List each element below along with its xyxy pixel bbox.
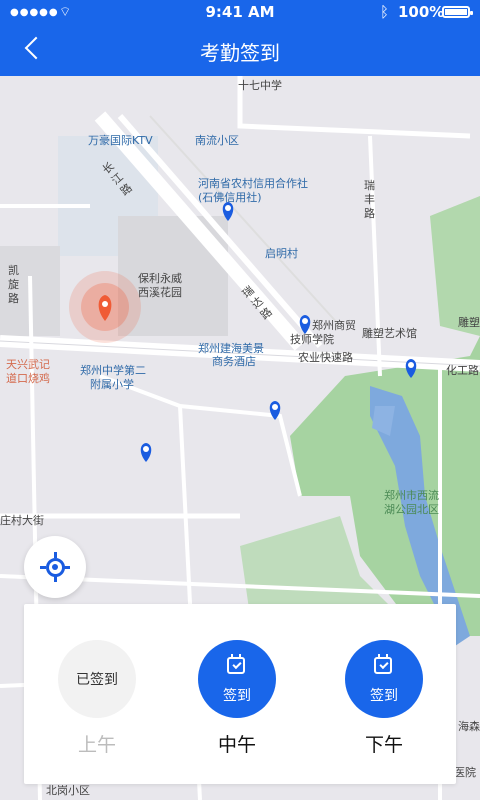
map-label: 庄村大街 bbox=[0, 514, 44, 527]
map-label: 商务酒店 bbox=[212, 355, 256, 368]
locate-button[interactable] bbox=[24, 536, 86, 598]
map-label: 郑州中学第二 bbox=[80, 364, 146, 377]
map-label: 启明村 bbox=[265, 247, 298, 260]
checkin-slot-morning: 已签到 上午 bbox=[58, 640, 136, 757]
calendar-check-icon bbox=[227, 654, 245, 674]
map-label: (石佛信用社) bbox=[198, 191, 262, 204]
period-label: 中午 bbox=[217, 734, 256, 756]
battery-percent: 100% bbox=[398, 3, 445, 21]
signed-in-button[interactable]: 已签到 bbox=[58, 640, 136, 718]
map-label: 北岗小区 bbox=[46, 784, 90, 797]
map-label: 郑州市西流 bbox=[384, 489, 439, 502]
map-label: 化工路 bbox=[446, 364, 479, 377]
checkin-slot-noon: 签到 中午 bbox=[198, 640, 276, 757]
map-label: 西溪花园 bbox=[138, 286, 182, 299]
map-label: 南流小区 bbox=[195, 134, 239, 147]
map-label: 医院 bbox=[454, 766, 476, 779]
period-label: 上午 bbox=[77, 734, 116, 756]
map-label: 保利永威 bbox=[138, 272, 182, 285]
status-bar: ●●●●● ⌔ 9:41 AM ᛒ 100% bbox=[0, 0, 480, 24]
map-label: 湖公园北区 bbox=[384, 503, 439, 516]
map-label: 瑞 丰 路 bbox=[364, 179, 375, 220]
period-label: 下午 bbox=[364, 734, 403, 756]
checkin-panel: 已签到 上午 签到 中午 签到 下午 bbox=[24, 604, 456, 784]
map-label: 河南省农村信用合作社 bbox=[198, 177, 308, 190]
battery-icon bbox=[442, 6, 473, 18]
nav-bar: 考勤签到 bbox=[0, 24, 480, 76]
map-label: 天兴武记 bbox=[6, 358, 50, 371]
map-label: 道口烧鸡 bbox=[6, 372, 50, 385]
map-label: 雕塑 bbox=[458, 316, 480, 329]
bluetooth-icon: ᛒ bbox=[380, 3, 390, 21]
map-label: 郑州建海美景 bbox=[198, 342, 264, 355]
map-label: 农业快速路 bbox=[298, 351, 353, 364]
checkin-slot-afternoon: 签到 下午 bbox=[345, 640, 423, 757]
map-label: 技师学院 bbox=[290, 333, 334, 346]
top-bar: ●●●●● ⌔ 9:41 AM ᛒ 100% 考勤签到 bbox=[0, 0, 480, 76]
checkin-label: 签到 bbox=[370, 688, 398, 704]
checkin-label: 签到 bbox=[223, 688, 251, 704]
page-title: 考勤签到 bbox=[200, 41, 280, 65]
calendar-check-icon bbox=[374, 654, 392, 674]
map-label: 凯 旋 路 bbox=[8, 264, 19, 305]
checkin-button[interactable]: 签到 bbox=[345, 640, 423, 718]
checkin-button[interactable]: 签到 bbox=[198, 640, 276, 718]
signed-in-label: 已签到 bbox=[76, 672, 118, 688]
map-label: 附属小学 bbox=[90, 378, 134, 391]
map-label: 海森 bbox=[458, 720, 480, 733]
map-label: 万豪国际KTV bbox=[88, 134, 153, 147]
map-label: 十七中学 bbox=[238, 79, 282, 92]
map-label: 郑州商贸 bbox=[312, 319, 356, 332]
map-label: 雕塑艺术馆 bbox=[362, 327, 417, 340]
